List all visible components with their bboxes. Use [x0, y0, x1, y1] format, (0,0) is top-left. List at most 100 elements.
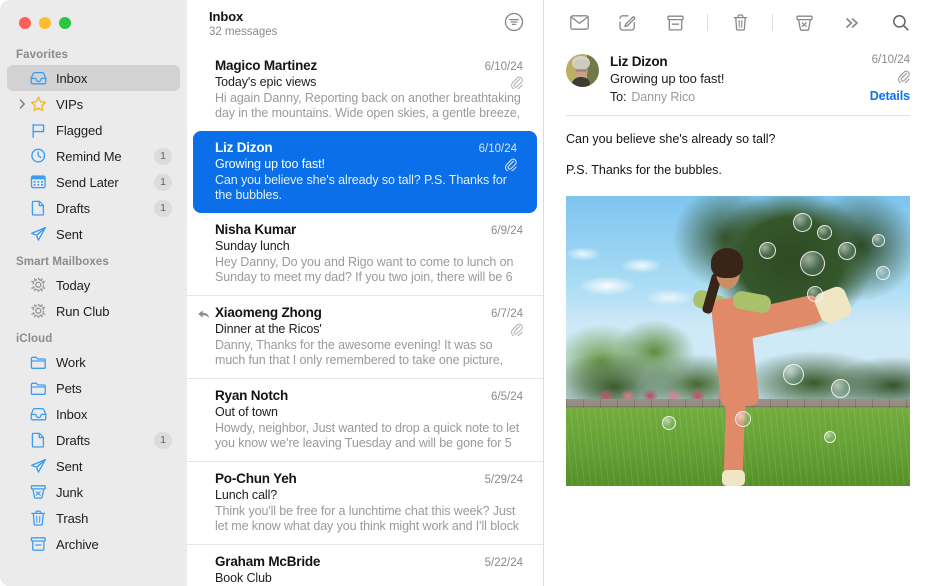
sidebar-item-label: Inbox [56, 71, 172, 86]
sidebar-item-pets[interactable]: Pets [7, 375, 180, 401]
sidebar-item-trash[interactable]: Trash [7, 505, 180, 531]
email-body: Can you believe she's already so tall? P.… [544, 116, 932, 180]
sidebar-item-sent[interactable]: Sent [7, 221, 180, 247]
message-list-item[interactable]: Po-Chun Yeh 5/29/24 Lunch call? Think yo… [187, 461, 543, 544]
folder-icon [30, 381, 47, 396]
sidebar-item-drafts[interactable]: Drafts1 [7, 427, 180, 453]
reading-pane: Liz Dizon Growing up too fast! To:Danny … [544, 0, 932, 586]
star-icon [30, 96, 47, 112]
sidebar-item-junk[interactable]: Junk [7, 479, 180, 505]
message-list-header: Inbox 32 messages [187, 0, 543, 49]
filter-circle-icon[interactable] [503, 11, 525, 33]
sidebar-item-sent[interactable]: Sent [7, 453, 180, 479]
attachment-photo-container[interactable] [566, 196, 910, 586]
message-list-item[interactable]: Xiaomeng Zhong 6/7/24 Dinner at the Rico… [187, 295, 543, 378]
message-subject: Growing up too fast! [215, 157, 498, 171]
message-subject: Lunch call? [215, 488, 523, 502]
message-sender: Nisha Kumar [215, 222, 483, 237]
minimize-button[interactable] [39, 17, 51, 29]
archive-box-icon [30, 536, 47, 552]
email-body-paragraph: Can you believe she's already so tall? [566, 130, 910, 149]
message-preview: Danny, Thanks for the awesome evening! I… [215, 338, 523, 368]
sidebar-item-today[interactable]: Today [7, 272, 180, 298]
paperclip-icon [510, 76, 523, 89]
unread-badge: 1 [154, 432, 172, 449]
to-label: To: [610, 90, 626, 104]
girl-figure [690, 248, 834, 474]
toolbar-divider [772, 14, 773, 31]
email-sender: Liz Dizon [610, 54, 860, 69]
bubble [800, 251, 825, 276]
bubble [824, 431, 836, 443]
mark-unread-button[interactable] [564, 9, 596, 37]
message-list-item[interactable]: Graham McBride 5/22/24 Book Club Are you… [187, 544, 543, 586]
bubble [783, 364, 804, 385]
message-sender: Magico Martinez [215, 58, 477, 73]
sidebar-item-work[interactable]: Work [7, 349, 180, 375]
message-date: 6/5/24 [491, 391, 523, 403]
message-list-item[interactable]: Nisha Kumar 6/9/24 Sunday lunch Hey Dann… [187, 213, 543, 295]
sidebar-item-label: Send Later [56, 175, 154, 190]
message-list-item[interactable]: Liz Dizon 6/10/24 Growing up too fast! C… [193, 131, 537, 213]
email-recipient-row: To:Danny Rico [610, 90, 860, 104]
sidebar-item-remind-me[interactable]: Remind Me1 [7, 143, 180, 169]
message-sender: Liz Dizon [215, 140, 471, 155]
bubble [759, 242, 776, 259]
close-button[interactable] [19, 17, 31, 29]
paper-plane-icon [30, 458, 47, 474]
message-list-item[interactable]: Ryan Notch 6/5/24 Out of town Howdy, nei… [187, 378, 543, 461]
trash-icon [30, 510, 47, 526]
sidebar-item-drafts[interactable]: Drafts1 [7, 195, 180, 221]
delete-button[interactable] [724, 9, 756, 37]
message-sender: Ryan Notch [215, 388, 483, 403]
sidebar-item-vips[interactable]: VIPs [7, 91, 180, 117]
search-icon[interactable] [884, 9, 916, 37]
message-list-pane: Inbox 32 messages Magico Martinez 6/10/2… [187, 0, 544, 586]
message-preview: Hi again Danny, Reporting back on anothe… [215, 91, 523, 121]
message-date: 5/22/24 [485, 557, 523, 569]
sidebar: Favorites InboxVIPs Flagged Remind Me1 S… [0, 0, 187, 586]
paperclip-icon [897, 70, 910, 83]
archive-button[interactable] [659, 9, 691, 37]
paper-plane-icon [30, 226, 47, 242]
mail-window: Favorites InboxVIPs Flagged Remind Me1 S… [0, 0, 932, 586]
compose-button[interactable] [612, 9, 644, 37]
replied-arrow-icon [197, 309, 210, 320]
document-icon [30, 432, 47, 448]
message-date: 6/10/24 [485, 61, 523, 73]
clock-icon [30, 148, 47, 164]
chevron-double-right-icon[interactable] [837, 9, 869, 37]
sidebar-item-label: Drafts [56, 201, 154, 216]
sidebar-item-label: Today [56, 278, 172, 293]
bubble [807, 286, 823, 302]
email-body-paragraph: P.S. Thanks for the bubbles. [566, 161, 910, 180]
sidebar-item-run-club[interactable]: Run Club [7, 298, 180, 324]
sidebar-item-label: Run Club [56, 304, 172, 319]
avatar [566, 54, 599, 87]
sidebar-item-inbox[interactable]: Inbox [7, 401, 180, 427]
sidebar-item-flagged[interactable]: Flagged [7, 117, 180, 143]
message-date: 5/29/24 [485, 474, 523, 486]
sidebar-item-archive[interactable]: Archive [7, 531, 180, 557]
message-subject: Dinner at the Ricos' [215, 322, 504, 336]
shoe-standing [722, 470, 745, 486]
message-list-item[interactable]: Magico Martinez 6/10/24 Today's epic vie… [187, 49, 543, 131]
bubble [735, 411, 751, 427]
hair [711, 248, 743, 277]
calendar-icon [30, 174, 47, 190]
paperclip-icon [504, 158, 517, 171]
details-link[interactable]: Details [870, 89, 910, 103]
message-preview: Think you'll be free for a lunchtime cha… [215, 504, 523, 534]
flag-icon [30, 123, 47, 138]
sidebar-section-title: iCloud [0, 324, 187, 349]
sidebar-item-send-later[interactable]: Send Later1 [7, 169, 180, 195]
sidebar-item-inbox[interactable]: Inbox [7, 65, 180, 91]
sidebar-item-label: Sent [56, 227, 172, 242]
zoom-button[interactable] [59, 17, 71, 29]
photo-girl-kicking-with-bubbles-in-yard[interactable] [566, 196, 910, 486]
chevron-right-icon[interactable] [15, 99, 29, 109]
junk-button[interactable] [789, 9, 821, 37]
toolbar-divider [707, 14, 708, 31]
message-sender: Xiaomeng Zhong [215, 305, 483, 320]
sidebar-item-label: Sent [56, 459, 172, 474]
